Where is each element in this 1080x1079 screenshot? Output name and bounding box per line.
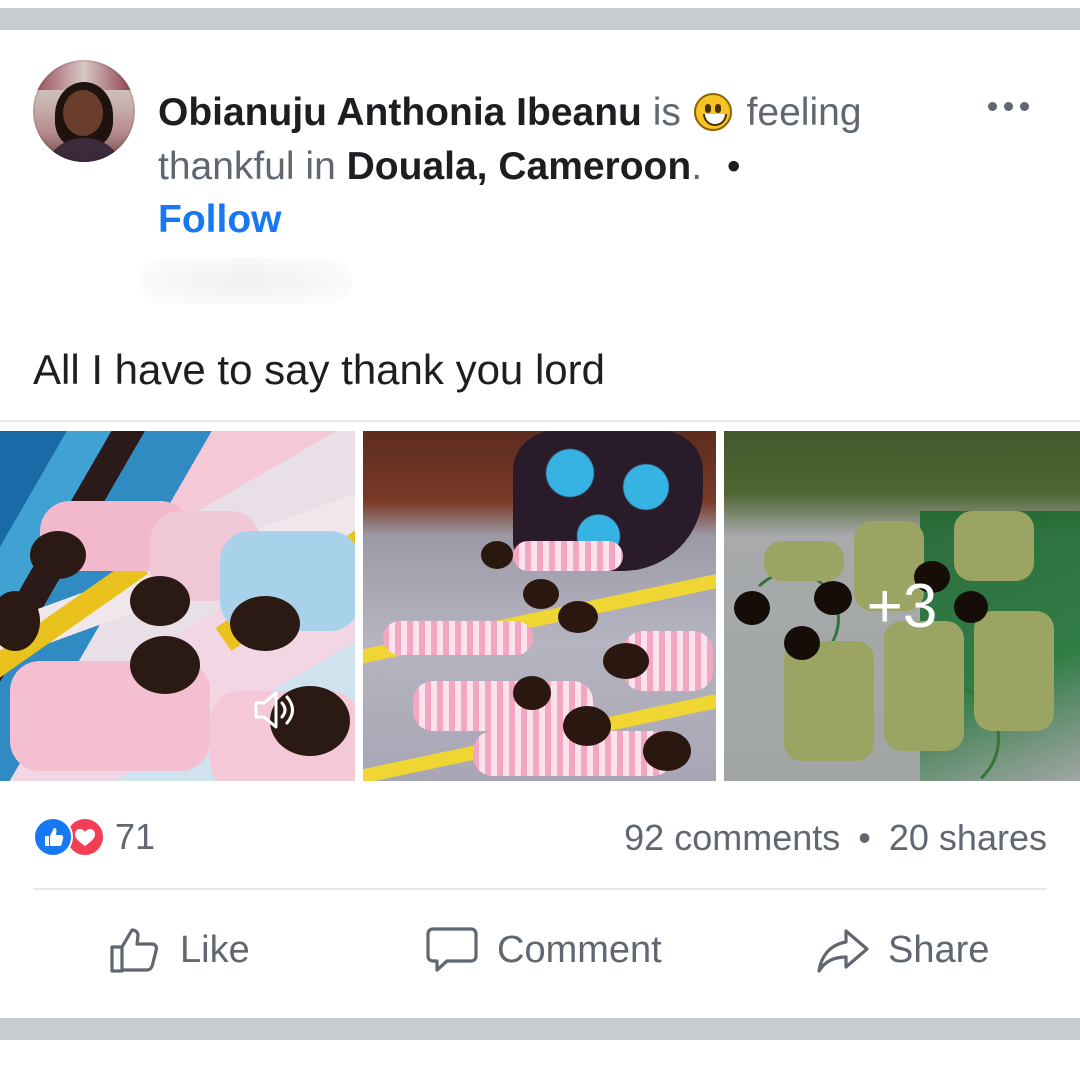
top-margin [0, 0, 1080, 8]
location-suffix: . [691, 145, 703, 188]
post-text: All I have to say thank you lord [33, 346, 605, 393]
is-text: is [652, 91, 681, 134]
share-arrow-icon [817, 929, 869, 973]
like-button[interactable]: Like [108, 918, 250, 982]
grinning-face-icon [693, 93, 732, 131]
reaction-count: 71 [115, 816, 156, 857]
comments-count-link[interactable]: 92 comments [624, 817, 840, 858]
author-name[interactable]: Obianuju Anthonia Ibeanu [158, 91, 642, 134]
separator-dot: • [726, 145, 741, 188]
reaction-summary-bar: 71 92 comments • 20 shares [0, 805, 1080, 871]
photo-3[interactable]: +3 [724, 431, 1080, 781]
post-header: Obianuju Anthonia Ibeanu is feeling than… [158, 86, 958, 194]
reactions-summary[interactable]: 71 [33, 816, 156, 857]
thumbs-up-icon [110, 928, 159, 973]
follow-button[interactable]: Follow [158, 198, 281, 242]
feed-separator-top [0, 8, 1080, 30]
like-reaction-icon [33, 817, 73, 857]
photo-divider [0, 420, 1080, 422]
counts-separator-dot: • [858, 817, 871, 858]
author-avatar[interactable] [33, 60, 135, 162]
action-divider [33, 888, 1047, 890]
location-link[interactable]: Douala, Cameroon [347, 145, 692, 188]
comment-button[interactable]: Comment [425, 918, 662, 982]
more-photos-overlay[interactable]: +3 [724, 431, 1080, 781]
shares-count-link[interactable]: 20 shares [889, 817, 1047, 858]
comment-label: Comment [497, 928, 662, 971]
like-label: Like [180, 928, 250, 971]
share-label: Share [888, 928, 990, 971]
speaker-icon[interactable] [252, 688, 302, 732]
more-options-button[interactable] [980, 88, 1036, 124]
feed-separator-bottom [0, 1018, 1080, 1040]
timestamp-blurred [140, 258, 352, 304]
more-options-icon [988, 102, 997, 111]
comment-bubble-icon [426, 927, 478, 972]
photo-2[interactable] [363, 431, 716, 781]
share-button[interactable]: Share [816, 918, 989, 982]
engagement-counts: 92 comments • 20 shares [624, 817, 1047, 859]
